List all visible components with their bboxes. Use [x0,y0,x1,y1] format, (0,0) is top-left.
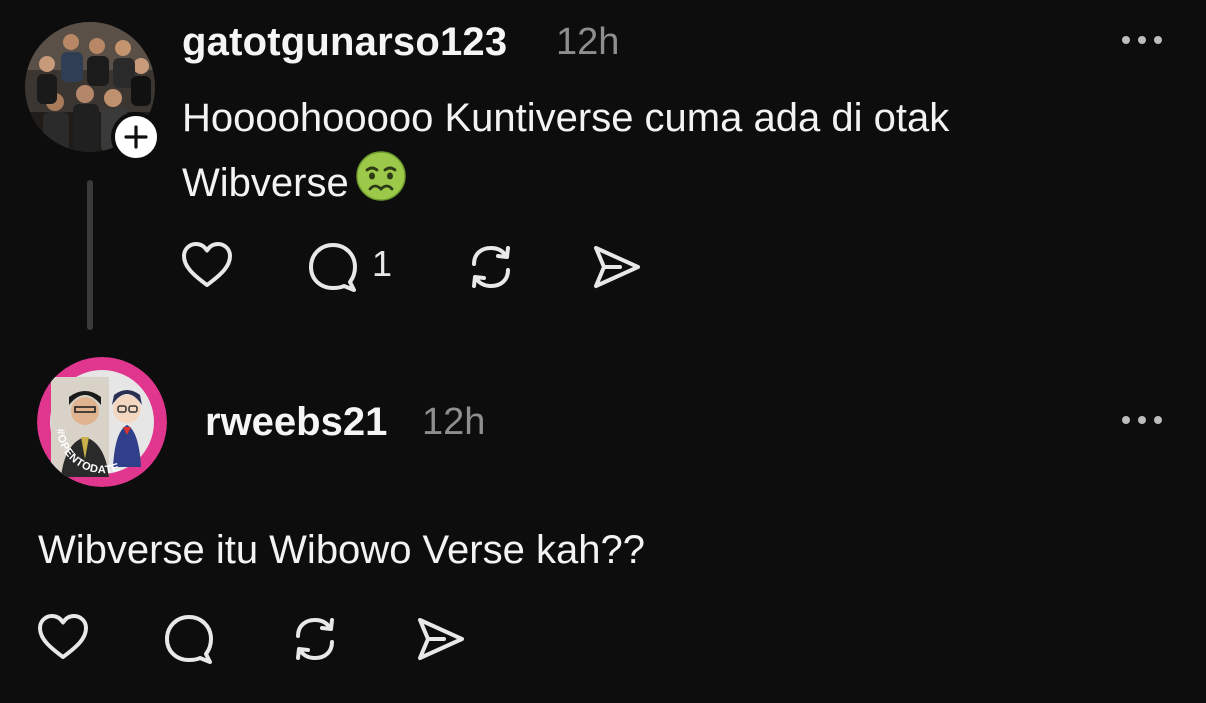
profile-photo-avatar: #OPENTODATE [37,357,167,487]
post-text-line-2: Wibverse [182,150,1112,221]
share-button[interactable] [590,240,644,299]
more-options-button[interactable] [1118,410,1168,435]
comment-icon [165,615,213,664]
heart-icon [182,242,232,287]
more-icon [1122,36,1162,44]
post-username[interactable]: rweebs21 [205,400,387,444]
post-timestamp: 12h [556,21,620,63]
avatar-rweebs21[interactable]: #OPENTODATE [37,357,167,487]
post-text: Wibverse itu Wibowo Verse kah?? [38,528,645,572]
more-options-button[interactable] [1118,30,1168,55]
nauseated-face-emoji [355,150,407,221]
thread-line [87,180,93,330]
post-text-line-1: Hoooohooooo Kuntiverse cuma ada di otak [182,96,950,140]
comment-icon [309,243,357,292]
post-text: Hoooohooooo Kuntiverse cuma ada di otak … [182,86,1112,221]
like-button[interactable] [36,612,90,669]
repost-button[interactable] [464,240,518,299]
share-button[interactable] [414,612,468,671]
post-username[interactable]: gatotgunarso123 [182,20,507,64]
post-timestamp: 12h [422,401,486,443]
reply-count: 1 [372,243,393,284]
like-button[interactable] [180,240,234,297]
heart-icon [38,614,88,659]
plus-icon [124,125,148,149]
repost-icon [472,245,510,289]
comment-button[interactable] [306,240,360,299]
repost-icon [296,617,334,661]
share-icon [594,246,640,288]
follow-button[interactable] [111,112,161,162]
share-icon [418,618,464,660]
comment-button[interactable] [162,612,216,671]
post-text-word: Wibverse [182,161,349,205]
more-icon [1122,416,1162,424]
repost-button[interactable] [288,612,342,671]
